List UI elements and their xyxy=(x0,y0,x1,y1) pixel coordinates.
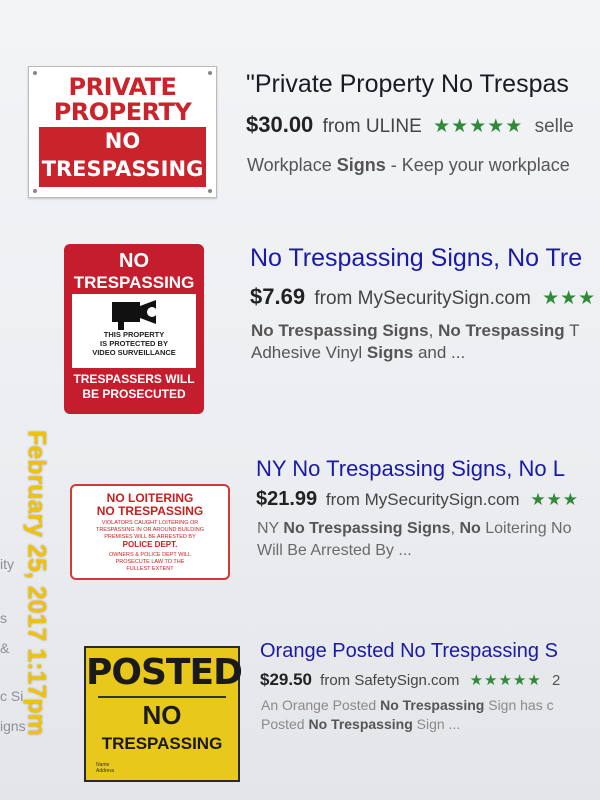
result-price-line: $7.69 from MySecuritySign.com ★★★ xyxy=(250,284,596,310)
result-title[interactable]: No Trespassing Signs, No Tre xyxy=(250,244,582,273)
review-count[interactable]: 2 xyxy=(552,672,560,689)
sign-inner-panel: THIS PROPERTY IS PROTECTED BY VIDEO SURV… xyxy=(72,294,196,368)
result-title[interactable]: "Private Property No Trespas xyxy=(246,70,569,99)
rating-stars-icon: ★★★ xyxy=(542,288,597,309)
product-thumbnail-video-surveillance[interactable]: NO TRESPASSING THIS PROPERTY IS PROTECTE… xyxy=(64,244,204,414)
result-title[interactable]: Orange Posted No Trespassing S xyxy=(260,640,558,663)
sign-small-text: THIS PROPERTY IS PROTECTED BY VIDEO SURV… xyxy=(92,330,176,357)
sign-fine-print: Name Address xyxy=(96,762,115,774)
sign-text: PRIVATE PROPERTY xyxy=(53,73,192,126)
result-price: $21.99 xyxy=(256,488,318,510)
result-price: $30.00 xyxy=(246,112,314,137)
result-price-line: $29.50 from SafetySign.com ★★★★★ 2 xyxy=(260,670,560,690)
sign-divider xyxy=(98,696,226,698)
result-snippet: No Trespassing Signs, No Trespassing T A… xyxy=(251,321,580,362)
sign-police-dept: POLICE DEPT. xyxy=(122,540,178,549)
result-merchant[interactable]: from MySecuritySign.com xyxy=(326,490,520,509)
sign-text: NO TRESPASSING xyxy=(73,250,195,292)
product-thumbnail-posted[interactable]: POSTED NO TRESPASSING Name Address xyxy=(84,646,243,782)
sign-text: TRESPASSING xyxy=(101,734,223,753)
seller-link[interactable]: selle xyxy=(535,116,574,137)
rating-stars-icon: ★★★★★ xyxy=(469,672,542,689)
sidebar-fragment[interactable]: & xyxy=(0,640,9,656)
sign-band: NO TRESPASSING xyxy=(39,127,206,187)
result-snippet: Workplace Signs - Keep your workplace xyxy=(247,155,570,175)
result-merchant[interactable]: from ULINE xyxy=(323,116,422,137)
result-price: $7.69 xyxy=(250,284,306,309)
sign-text: NO LOITERING NO TRESPASSING xyxy=(96,491,204,518)
sign-text: POSTED xyxy=(86,652,243,693)
result-price: $29.50 xyxy=(260,670,312,689)
sign-bottom-text: TRESPASSERS WILL BE PROSECUTED xyxy=(73,372,195,401)
result-snippet: An Orange Posted No Trespassing Sign has… xyxy=(261,697,554,732)
result-price-line: $21.99 from MySecuritySign.com ★★★ xyxy=(256,488,579,511)
result-title[interactable]: NY No Trespassing Signs, No L xyxy=(256,456,565,482)
sidebar-fragment[interactable]: ity xyxy=(0,556,14,572)
product-thumbnail-no-loitering[interactable]: NO LOITERING NO TRESPASSING VIOLATORS CA… xyxy=(70,484,230,580)
sign-fine-print: VIOLATORS CAUGHT LOITERING OR TRESPASSIN… xyxy=(95,520,205,540)
photo-timestamp: February 25, 2017 1:17pm xyxy=(22,430,51,736)
sidebar-fragment[interactable]: s xyxy=(0,610,7,626)
product-thumbnail-private-property[interactable]: PRIVATE PROPERTY NO TRESPASSING xyxy=(28,66,217,198)
rating-stars-icon: ★★★ xyxy=(530,490,580,509)
sign-fine-print: OWNERS & POLICE DEPT WILL PROSECUTE LAW … xyxy=(108,552,192,572)
sign-text: NO xyxy=(142,700,182,730)
result-price-line: $30.00 from ULINE ★★★★★ selle xyxy=(246,112,574,138)
result-merchant[interactable]: from MySecuritySign.com xyxy=(314,288,530,309)
camera-icon xyxy=(112,300,157,330)
result-merchant[interactable]: from SafetySign.com xyxy=(320,672,459,689)
search-results-screen: ity s & c Si igns PRIVATE PROPERTY NO TR… xyxy=(0,0,600,800)
result-snippet: NY No Trespassing Signs, No Loitering No… xyxy=(257,520,572,559)
rating-stars-icon: ★★★★★ xyxy=(433,116,524,137)
